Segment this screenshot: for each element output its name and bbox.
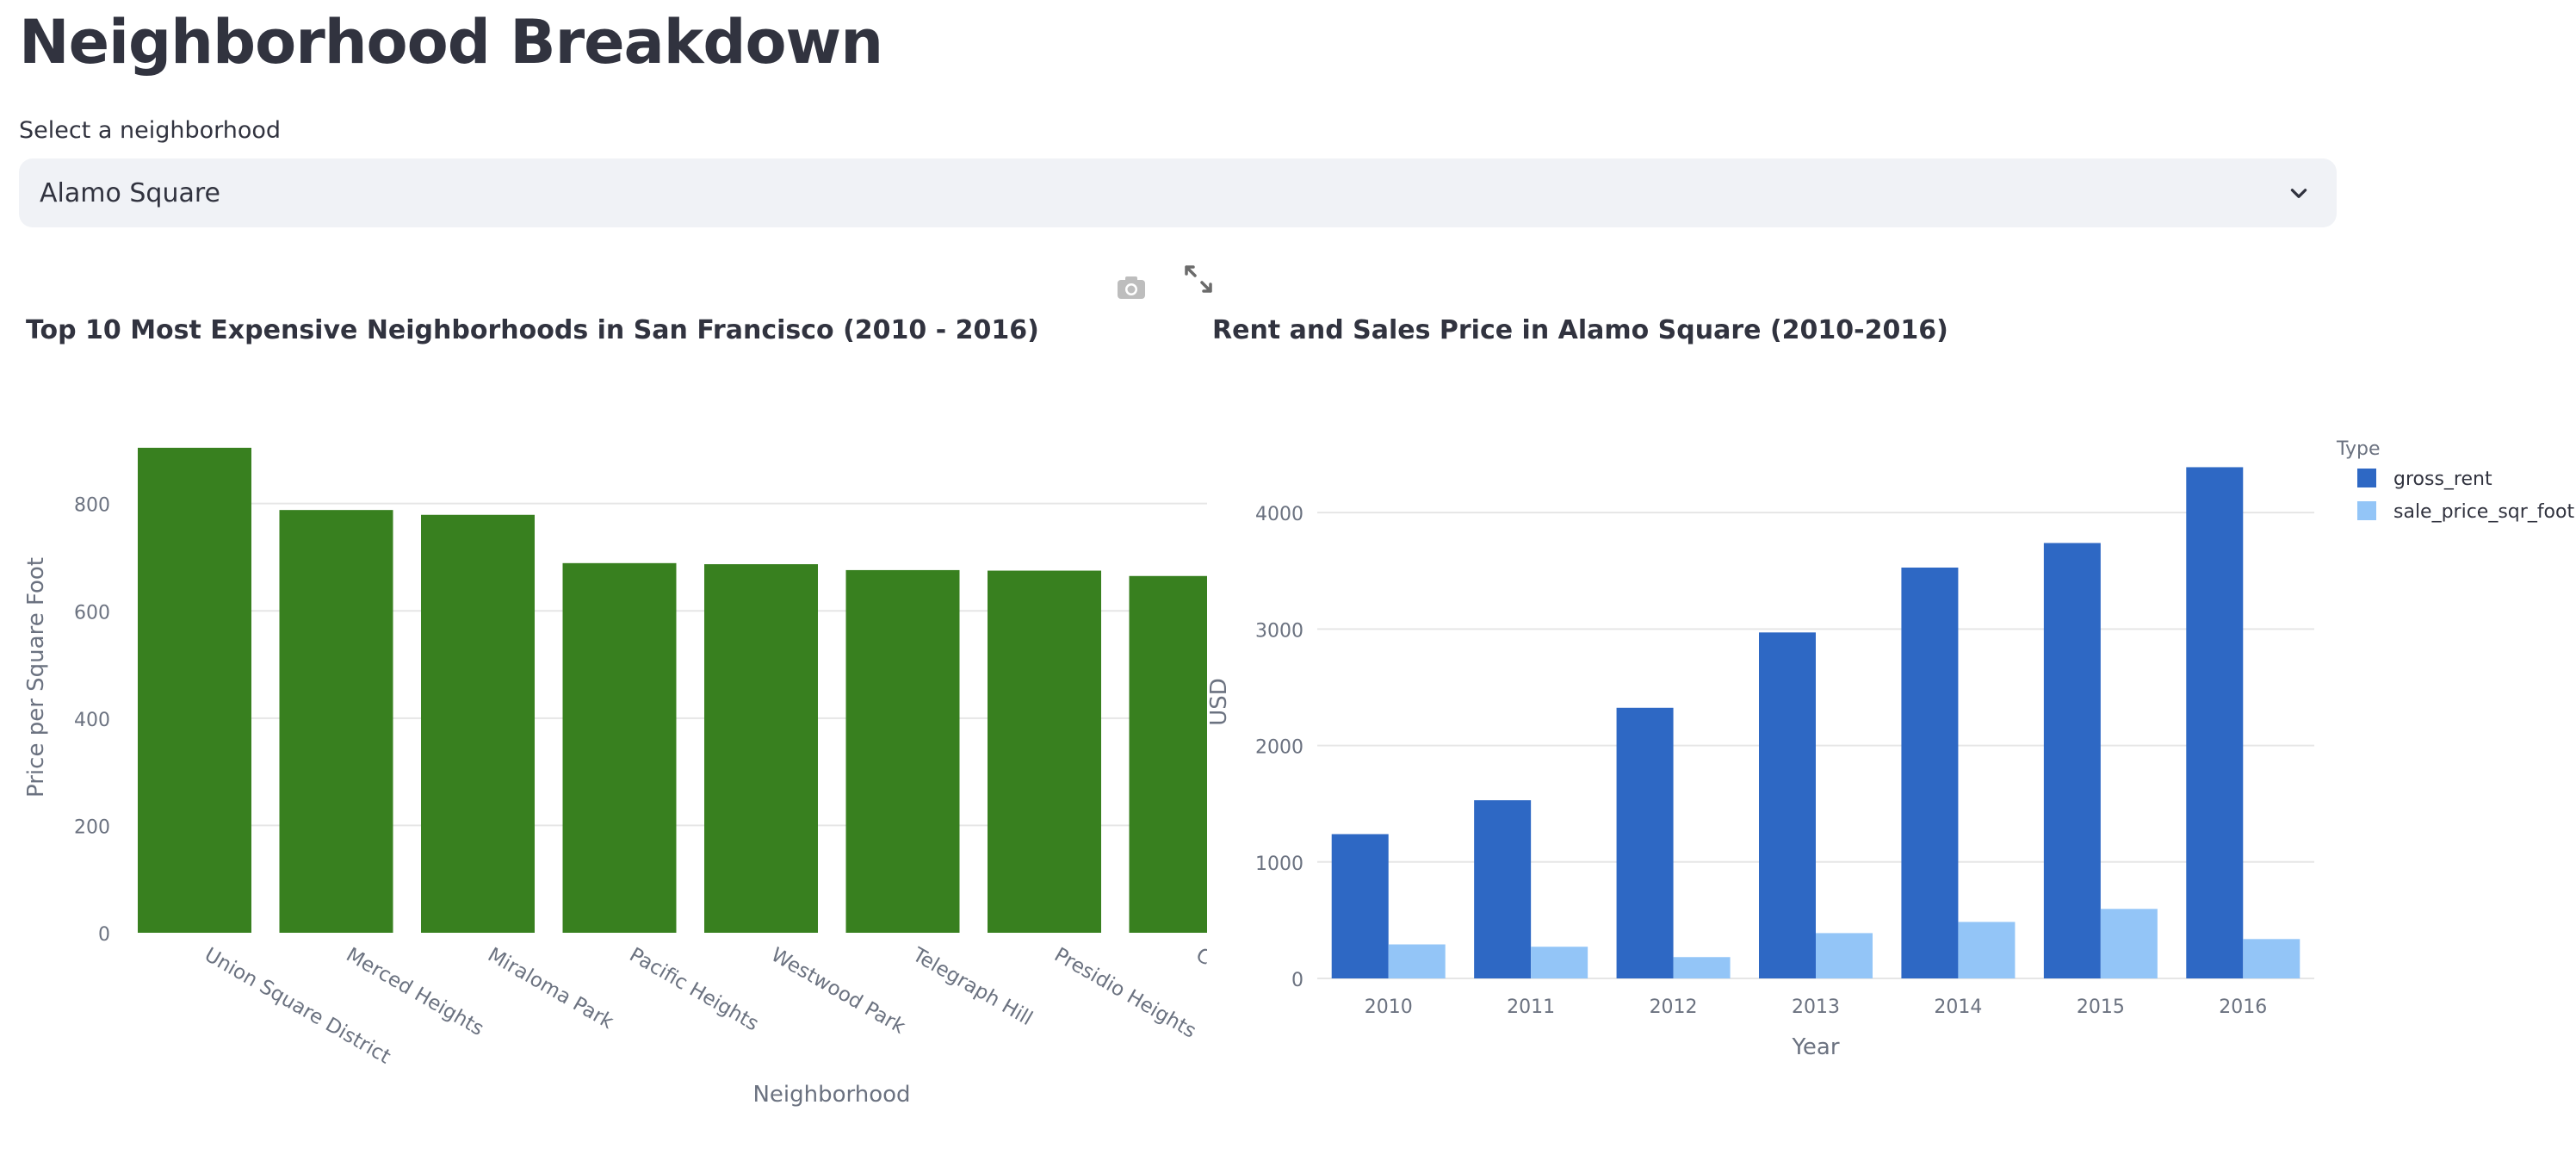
chart1-ylabel: Price per Square Foot (23, 557, 49, 798)
chart2-bar-sale-price (1388, 944, 1446, 978)
chart2-rent-sales: 0 1000 2000 3000 4000 2010 2011 2012 2013 2014 201… (1206, 438, 2574, 1060)
chart1-title: Top 10 Most Expensive Neighborhoods in S… (26, 315, 1039, 345)
chart2-legend-label: sale_price_sqr_foot (2393, 501, 2574, 523)
chart1-xlabel: Neighborhood (752, 1082, 910, 1108)
chart2-bar-sale-price (2100, 909, 2158, 978)
chart2-bar-gross-rent (1331, 834, 1389, 978)
chart2-ytick-label: 3000 (1255, 620, 1303, 642)
chart1-bar (138, 447, 251, 933)
chevron-down-icon (2282, 176, 2316, 210)
chart2-bar-sale-price (1673, 957, 1731, 978)
chart1-ytick-label: 400 (74, 710, 110, 731)
chart1-xtick-label: Pacific Heights (626, 944, 763, 1036)
chart1-top-neighborhoods: 0200400600800Union Square DistrictMerced… (23, 447, 1207, 1108)
chart2-bar-sale-price (2243, 939, 2300, 978)
expand-icon[interactable] (1178, 258, 1219, 300)
chart1-bar (704, 564, 818, 933)
chart2-xtick-label: 2011 (1507, 996, 1555, 1018)
select-label: Select a neighborhood (19, 117, 282, 144)
page-title: Neighborhood Breakdown (19, 7, 883, 78)
neighborhood-select-value: Alamo Square (40, 177, 220, 208)
neighborhood-select[interactable]: Alamo Square (19, 158, 2337, 227)
chart2-bar-gross-rent (1474, 800, 1532, 978)
chart1-ytick-label: 200 (74, 816, 110, 838)
chart2-legend-title: Type (2336, 438, 2381, 460)
camera-icon[interactable] (1111, 267, 1152, 308)
chart2-legend-swatch (2357, 469, 2376, 487)
chart1-ytick-label: 0 (98, 924, 110, 946)
chart2-legend-label: gross_rent (2393, 469, 2492, 490)
chart1-bar (421, 514, 535, 933)
chart1-xtick-label: Westwood Park (767, 944, 909, 1039)
chart2-title: Rent and Sales Price in Alamo Square (20… (1212, 315, 1948, 345)
chart1-xtick-label: Presidio Heights (1050, 944, 1199, 1043)
chart1-bar (988, 570, 1101, 933)
chart2-bar-sale-price (1531, 947, 1588, 978)
chart1-ytick-label: 600 (74, 602, 110, 624)
chart1-ytick-label: 800 (74, 495, 110, 517)
chart2-xtick-label: 2010 (1365, 996, 1413, 1018)
chart2-bar-sale-price (1816, 933, 1873, 978)
chart1-bar (279, 510, 393, 933)
chart2-bar-gross-rent (1901, 567, 1959, 978)
chart2-xtick-label: 2015 (2077, 996, 2125, 1018)
chart2-ytick-label: 2000 (1255, 737, 1303, 759)
chart2-xlabel: Year (1791, 1034, 1839, 1060)
chart2-legend-swatch (2357, 501, 2376, 520)
chart2-ylabel: USD (1206, 678, 1232, 726)
chart1-bar (845, 569, 960, 933)
chart2-xtick-label: 2014 (1934, 996, 1982, 1018)
chart2-xtick-label: 2016 (2219, 996, 2267, 1018)
chart2-ytick-label: 1000 (1255, 854, 1303, 875)
chart2-ytick-label: 4000 (1255, 504, 1303, 525)
chart2-bar-gross-rent (2043, 543, 2101, 978)
chart2-xtick-label: 2012 (1650, 996, 1698, 1018)
chart2-bar-gross-rent (1759, 632, 1816, 978)
chart1-xtick-label: Miraloma Park (484, 944, 617, 1034)
chart1-bar (562, 562, 677, 933)
chart1-xtick-label: Telegraph Hill (908, 943, 1037, 1030)
chart2-bar-gross-rent (2186, 467, 2244, 978)
chart2-ytick-label: 0 (1291, 970, 1303, 991)
chart1-xtick-label: Merced Heights (343, 944, 488, 1040)
chart2-bar-gross-rent (1616, 707, 1674, 978)
chart2-xtick-label: 2013 (1792, 996, 1840, 1018)
chart2-bar-sale-price (1958, 922, 2016, 978)
